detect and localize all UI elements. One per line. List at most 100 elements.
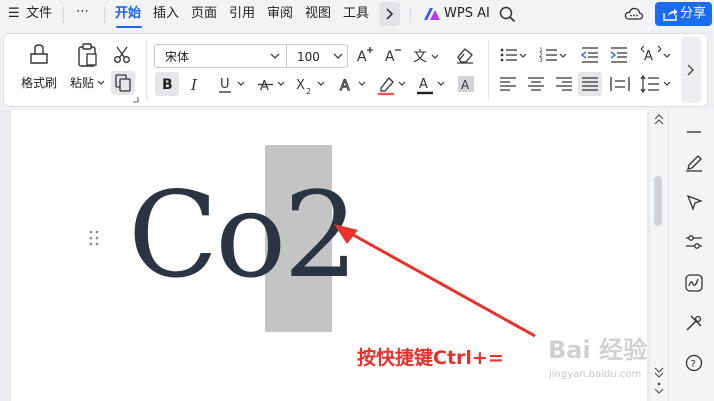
decrease-indent-icon[interactable]	[580, 46, 600, 64]
document-text[interactable]: Co2	[128, 160, 358, 310]
font-name-value: 宋体	[165, 50, 190, 64]
svg-text:2: 2	[306, 87, 311, 96]
tab-home[interactable]: 开始	[115, 5, 141, 23]
collapse-icon[interactable]	[686, 130, 702, 134]
pen-icon[interactable]	[685, 154, 703, 172]
increase-indent-icon[interactable]	[609, 46, 629, 64]
baidu-watermark: Bai 经验	[548, 336, 648, 364]
dialog-launcher-icon[interactable]	[133, 97, 139, 103]
text-direction-icon[interactable]: A	[640, 45, 662, 65]
cloud-sync-icon[interactable]	[624, 6, 644, 22]
right-sidebar: ?	[668, 110, 714, 401]
format-painter-icon[interactable]	[27, 42, 51, 66]
chevron-down-icon[interactable]	[663, 81, 671, 87]
tab-references[interactable]: 引用	[229, 5, 255, 23]
svg-text:B: B	[162, 77, 173, 93]
divider	[410, 7, 411, 23]
annotation-text: 按快捷键Ctrl+=	[357, 347, 504, 369]
divider	[146, 40, 147, 100]
chevron-down-icon[interactable]	[237, 81, 245, 87]
align-left-icon[interactable]	[499, 76, 517, 92]
scroll-down-icon[interactable]	[654, 366, 664, 398]
chevron-down-icon[interactable]	[317, 81, 325, 87]
chevron-down-icon[interactable]	[97, 80, 105, 86]
strikethrough-icon[interactable]: A	[256, 74, 276, 94]
cut-icon[interactable]	[113, 46, 131, 64]
tab-insert[interactable]: 插入	[153, 5, 179, 23]
text-effect-icon[interactable]: A	[337, 74, 359, 96]
paste-label[interactable]: 粘贴	[70, 75, 94, 91]
search-icon[interactable]	[499, 6, 516, 23]
chevron-down-icon	[333, 53, 343, 59]
main-menu-icon[interactable]: ☰	[8, 5, 20, 23]
scroll-up-icon[interactable]	[654, 114, 664, 128]
paragraph-drag-handle[interactable]	[89, 230, 99, 246]
copy-button[interactable]	[111, 71, 135, 95]
tab-page[interactable]: 页面	[191, 5, 217, 23]
help-icon[interactable]: ?	[685, 354, 703, 372]
chevron-right-icon	[687, 64, 694, 76]
subscript-icon[interactable]: X 2	[295, 74, 317, 96]
distributed-align-icon[interactable]	[610, 76, 630, 92]
chevron-down-icon[interactable]	[277, 81, 285, 87]
chevron-down-icon[interactable]	[437, 81, 445, 87]
chevron-down-icon	[270, 53, 280, 59]
more-menu-button[interactable]: ⋯	[76, 3, 89, 21]
divider	[63, 7, 64, 23]
baidu-watermark-url: jingyan.baidu.com	[549, 369, 642, 380]
clear-format-icon[interactable]	[455, 46, 475, 64]
line-spacing-icon[interactable]	[640, 75, 660, 93]
paste-icon[interactable]	[75, 42, 99, 68]
svg-text:A: A	[357, 49, 367, 64]
tools-icon[interactable]	[685, 314, 703, 332]
font-size-select[interactable]: 100	[286, 44, 348, 68]
handwriting-icon[interactable]	[685, 274, 703, 292]
numbering-icon[interactable]: 1 2 3	[539, 46, 559, 64]
more-tabs-button[interactable]	[379, 2, 400, 26]
tab-view[interactable]: 视图	[305, 5, 331, 23]
select-pointer-icon[interactable]	[686, 194, 704, 212]
italic-icon[interactable]: I	[186, 74, 206, 94]
format-painter-label[interactable]: 格式刷	[21, 75, 57, 91]
tab-tools[interactable]: 工具	[343, 5, 369, 23]
shrink-font-icon[interactable]: A	[384, 46, 402, 64]
svg-text:文: 文	[413, 49, 427, 64]
chevron-down-icon[interactable]	[431, 54, 439, 60]
svg-text:3: 3	[539, 57, 543, 64]
share-button[interactable]: 分享	[655, 2, 712, 26]
adjust-settings-icon[interactable]	[685, 233, 703, 251]
chevron-down-icon[interactable]	[398, 81, 406, 87]
bold-button[interactable]: B	[155, 72, 179, 96]
character-shading-icon[interactable]: A	[457, 74, 477, 94]
chevron-down-icon[interactable]	[519, 53, 527, 59]
svg-text:?: ?	[691, 359, 696, 370]
font-color-icon[interactable]: A	[415, 74, 437, 96]
align-center-icon[interactable]	[527, 76, 545, 92]
tab-review[interactable]: 审阅	[267, 5, 293, 23]
font-name-select[interactable]: 宋体	[154, 44, 287, 68]
svg-text:A: A	[644, 49, 653, 64]
align-right-icon[interactable]	[555, 76, 573, 92]
vertical-scrollbar[interactable]	[650, 110, 668, 401]
chevron-down-icon[interactable]	[358, 81, 366, 87]
bold-icon: B	[162, 77, 173, 93]
file-menu[interactable]: 文件	[26, 5, 52, 23]
svg-text:X: X	[296, 78, 305, 93]
divider	[104, 7, 105, 23]
highlight-icon[interactable]	[376, 74, 398, 96]
grow-font-icon[interactable]: A	[356, 46, 374, 64]
share-label: 分享	[680, 6, 707, 21]
ribbon-expand-button[interactable]	[681, 37, 701, 103]
scrollbar-thumb[interactable]	[654, 176, 662, 226]
bullets-icon[interactable]	[499, 46, 519, 64]
phonetic-guide-icon[interactable]: 文	[412, 44, 432, 64]
justify-icon	[582, 77, 598, 91]
svg-text:A: A	[461, 78, 470, 92]
text-co: Co	[128, 166, 286, 304]
chevron-down-icon[interactable]	[559, 53, 567, 59]
wps-ai-button[interactable]: WPS AI	[444, 5, 490, 23]
justify-button[interactable]	[578, 72, 602, 96]
underline-icon[interactable]: U	[216, 74, 236, 94]
svg-text:A: A	[260, 79, 269, 94]
chevron-down-icon[interactable]	[663, 53, 671, 59]
